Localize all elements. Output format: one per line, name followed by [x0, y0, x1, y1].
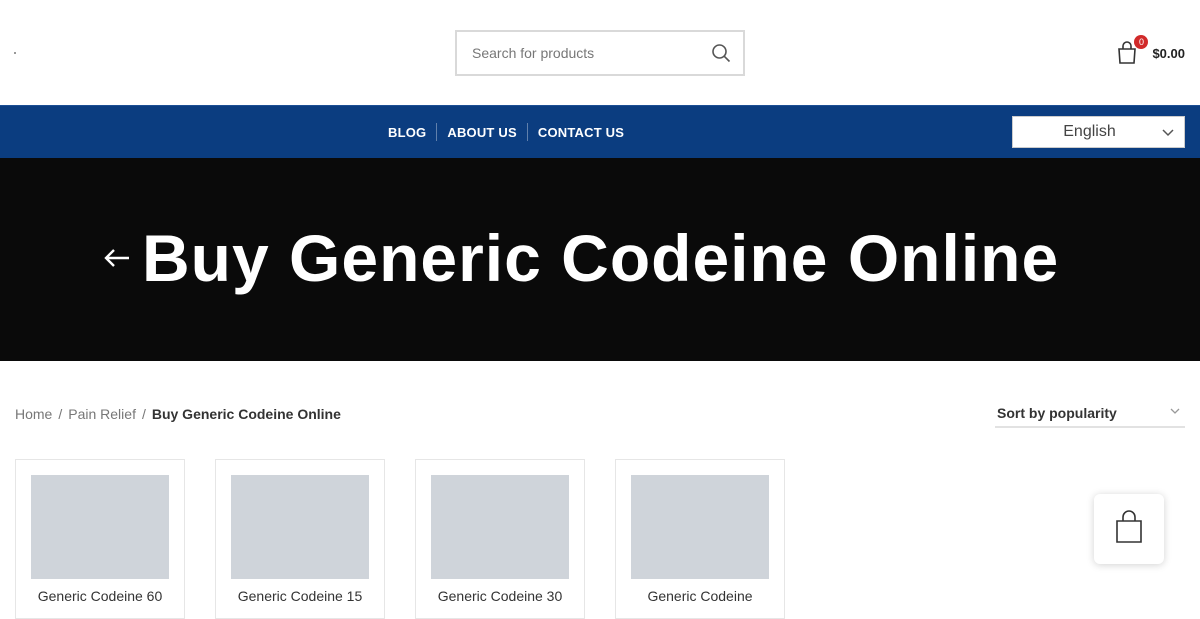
- site-header: 0 $0.00: [0, 0, 1200, 105]
- header-cart[interactable]: 0 $0.00: [1116, 35, 1185, 68]
- back-arrow-icon[interactable]: [103, 246, 131, 270]
- shopping-bag-icon: [1114, 509, 1144, 549]
- sort-select[interactable]: Sort by popularity: [995, 400, 1185, 428]
- breadcrumb: Home / Pain Relief / Buy Generic Codeine…: [15, 406, 341, 422]
- search-form: [455, 30, 745, 76]
- language-selected-value: English: [1063, 123, 1116, 140]
- page-title: Buy Generic Codeine Online: [142, 221, 1060, 295]
- breadcrumb-separator: /: [141, 406, 146, 422]
- product-image-placeholder[interactable]: [631, 475, 769, 579]
- language-select[interactable]: English: [1012, 116, 1185, 148]
- nav-item-about-us[interactable]: ABOUT US: [437, 125, 527, 140]
- product-title[interactable]: Generic Codeine 30: [416, 588, 584, 604]
- product-card[interactable]: Generic Codeine 30: [415, 459, 585, 619]
- page-title-banner: Buy Generic Codeine Online: [0, 158, 1200, 361]
- search-icon[interactable]: [699, 32, 743, 74]
- product-title[interactable]: Generic Codeine: [616, 588, 784, 604]
- search-input[interactable]: [457, 32, 699, 74]
- main-menu: BLOG ABOUT US CONTACT US: [378, 106, 634, 158]
- product-title[interactable]: Generic Codeine 60: [16, 588, 184, 604]
- breadcrumb-current: Buy Generic Codeine Online: [151, 406, 341, 422]
- floating-cart-button[interactable]: [1094, 494, 1164, 564]
- sort-selected-value: Sort by popularity: [997, 405, 1117, 421]
- product-card[interactable]: Generic Codeine: [615, 459, 785, 619]
- main-navigation-bar: BLOG ABOUT US CONTACT US English: [0, 105, 1200, 158]
- shopping-bag-icon: 0: [1116, 35, 1149, 65]
- breadcrumb-home[interactable]: Home: [15, 406, 52, 422]
- chevron-down-icon: [1169, 404, 1181, 422]
- product-image-placeholder[interactable]: [231, 475, 369, 579]
- nav-item-blog[interactable]: BLOG: [378, 125, 436, 140]
- product-image-placeholder[interactable]: [31, 475, 169, 579]
- product-card[interactable]: Generic Codeine 15: [215, 459, 385, 619]
- product-title[interactable]: Generic Codeine 15: [216, 588, 384, 604]
- breadcrumb-separator: /: [58, 406, 63, 422]
- chevron-down-icon: [1162, 125, 1174, 144]
- cart-total: $0.00: [1152, 45, 1185, 61]
- nav-item-contact-us[interactable]: CONTACT US: [528, 125, 634, 140]
- product-card[interactable]: Generic Codeine 60: [15, 459, 185, 619]
- site-logo[interactable]: [14, 52, 16, 54]
- product-image-placeholder[interactable]: [431, 475, 569, 579]
- breadcrumb-pain-relief[interactable]: Pain Relief: [68, 406, 136, 422]
- cart-count-badge: 0: [1134, 35, 1149, 49]
